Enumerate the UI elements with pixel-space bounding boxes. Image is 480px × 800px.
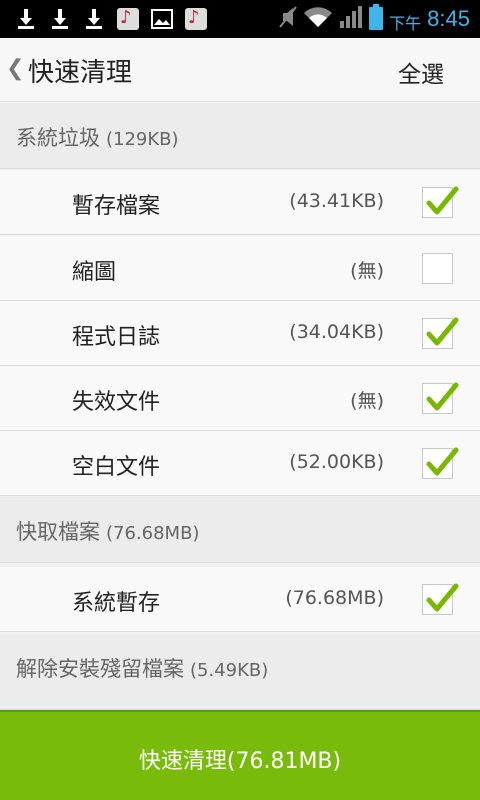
quick-clean-button[interactable]: 快速清理(76.81MB) (0, 710, 480, 800)
section-title: 快取檔案 (16, 520, 100, 544)
item-size: (無) (350, 390, 384, 412)
select-all-button[interactable]: 全選 (398, 55, 444, 89)
battery-icon (369, 4, 384, 34)
clock: 8:45 (427, 6, 470, 31)
list-item[interactable]: 系統暫存 (76.68MB) (0, 567, 480, 632)
section-size: (5.49KB) (190, 660, 269, 681)
item-checkbox[interactable] (422, 583, 459, 615)
item-checkbox[interactable] (422, 186, 459, 218)
item-size: (76.68MB) (285, 587, 384, 609)
music-app-icon (184, 7, 208, 31)
mute-icon (279, 5, 297, 33)
image-icon (150, 7, 174, 31)
signal-icon (339, 5, 363, 33)
section-cache-files: 快取檔案 (76.68MB) (0, 497, 480, 563)
item-name: 程式日誌 (72, 325, 161, 350)
item-name: 空白文件 (72, 455, 161, 480)
checkmark-icon (426, 583, 459, 612)
notification-icons (14, 7, 208, 31)
time-period: 下午 (389, 14, 422, 33)
checkmark-icon (426, 317, 459, 346)
section-size: (129KB) (106, 129, 179, 150)
section-system-junk: 系統垃圾 (129KB) (0, 103, 480, 169)
item-size: (52.00KB) (289, 451, 384, 473)
item-checkbox[interactable] (422, 253, 453, 284)
item-size: (無) (350, 260, 384, 282)
item-name: 系統暫存 (72, 591, 161, 616)
wifi-icon (303, 5, 333, 33)
download-icon (14, 7, 38, 31)
page-title[interactable]: 快速清理 (28, 52, 132, 89)
item-name: 暫存檔案 (72, 194, 161, 219)
list-item[interactable]: 縮圖 (無) (0, 236, 480, 301)
item-name: 失效文件 (72, 390, 161, 415)
list-item[interactable]: 程式日誌 (34.04KB) (0, 301, 480, 366)
item-checkbox[interactable] (422, 317, 459, 349)
back-chevron-icon[interactable]: ❮ (6, 56, 24, 81)
item-size: (43.41KB) (289, 190, 384, 212)
download-icon (82, 7, 106, 31)
item-name: 縮圖 (72, 260, 117, 285)
quick-clean-label: 快速清理(76.81MB) (138, 749, 342, 774)
item-checkbox[interactable] (422, 382, 459, 414)
list-item[interactable]: 失效文件 (無) (0, 366, 480, 431)
list-item[interactable]: 暫存檔案 (43.41KB) (0, 170, 480, 235)
status-bar: 下午 8:45 (0, 0, 480, 38)
item-checkbox[interactable] (422, 447, 459, 479)
checkmark-icon (426, 382, 459, 411)
download-icon (48, 7, 72, 31)
music-app-icon (116, 7, 140, 31)
item-size: (34.04KB) (289, 321, 384, 343)
section-uninstall-residuals[interactable]: 解除安裝殘留檔案 (5.49KB) (0, 634, 480, 710)
section-title: 解除安裝殘留檔案 (16, 657, 184, 681)
checkmark-icon (426, 447, 459, 476)
app-header: ❮ 快速清理 全選 (0, 38, 480, 102)
list-item[interactable]: 空白文件 (52.00KB) (0, 431, 480, 496)
section-title: 系統垃圾 (16, 126, 100, 150)
system-status-icons: 下午 8:45 (279, 4, 470, 34)
checkmark-icon (426, 186, 459, 215)
section-size: (76.68MB) (106, 523, 200, 544)
